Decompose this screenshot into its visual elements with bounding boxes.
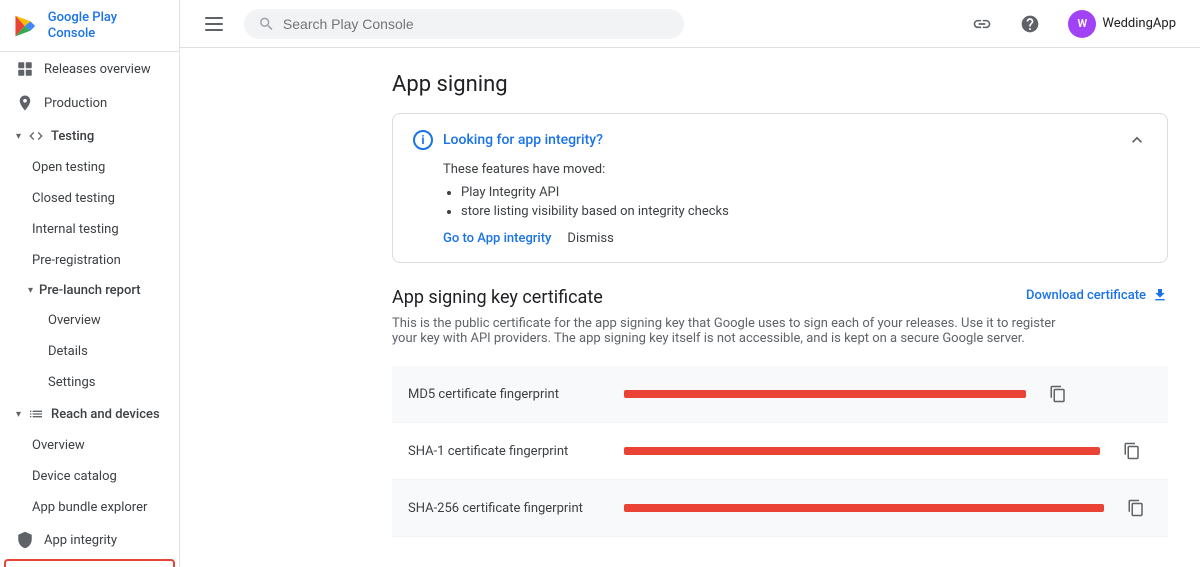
dismiss-link[interactable]: Dismiss: [567, 231, 613, 246]
sidebar-item-label: Settings: [48, 375, 95, 390]
info-banner-intro: These features have moved:: [443, 162, 1147, 177]
fingerprint-row-sha256: SHA-256 certificate fingerprint: [392, 480, 1168, 537]
sidebar-item-reach-and-devices[interactable]: ▾ Reach and devices: [0, 398, 179, 430]
sha1-value-bar: [624, 447, 1100, 455]
sidebar-item-label: Closed testing: [32, 191, 115, 206]
sidebar-item-pre-registration[interactable]: Pre-registration: [0, 245, 179, 276]
go-to-app-integrity-link[interactable]: Go to App integrity: [443, 231, 551, 246]
cert-description: This is the public certificate for the a…: [392, 316, 1072, 346]
info-banner-bullet1: Play Integrity API: [461, 185, 1147, 200]
sidebar-item-label: Overview: [48, 313, 101, 328]
sidebar-item-closed-testing[interactable]: Closed testing: [0, 183, 179, 214]
sidebar-item-label: Pre-launch report: [39, 283, 141, 298]
sidebar-item-details[interactable]: Details: [0, 336, 179, 367]
sidebar-item-device-catalog[interactable]: Device catalog: [0, 461, 179, 492]
help-icon-button[interactable]: [1012, 6, 1048, 42]
sidebar-item-label: Internal testing: [32, 222, 119, 237]
sidebar-item-label: Device catalog: [32, 469, 117, 484]
info-banner-body: These features have moved: Play Integrit…: [413, 162, 1147, 246]
sidebar-item-label: Releases overview: [44, 62, 151, 77]
sha256-value-bar: [624, 504, 1104, 512]
sidebar-item-label: Testing: [51, 129, 94, 144]
chart-icon: [27, 405, 45, 423]
releases-overview-icon: [16, 60, 34, 78]
sidebar-item-label: Overview: [32, 438, 85, 453]
sha256-label: SHA-256 certificate fingerprint: [408, 501, 608, 516]
shield-icon: [16, 531, 34, 549]
search-input[interactable]: [283, 16, 670, 32]
info-banner-bullet2: store listing visibility based on integr…: [461, 204, 1147, 219]
user-avatar: W: [1068, 10, 1096, 38]
sidebar-item-releases-overview[interactable]: Releases overview: [0, 52, 179, 86]
sidebar-item-label: Pre-registration: [32, 253, 121, 268]
hamburger-menu-button[interactable]: [196, 6, 232, 42]
sidebar-item-label: Reach and devices: [51, 407, 160, 422]
reach-chevron-icon: ▾: [16, 409, 21, 420]
sidebar-item-label: Details: [48, 344, 88, 359]
sidebar-item-label: App integrity: [44, 533, 117, 548]
cert-title: App signing key certificate: [392, 287, 603, 308]
main-content: App signing i Looking for app integrity?…: [360, 48, 1200, 567]
sidebar-item-pre-launch-report[interactable]: ▾ Pre-launch report: [0, 276, 179, 305]
md5-label: MD5 certificate fingerprint: [408, 387, 608, 402]
testing-icon: [27, 127, 45, 145]
sidebar-item-reach-overview[interactable]: Overview: [0, 430, 179, 461]
sidebar-item-overview[interactable]: Overview: [0, 305, 179, 336]
sidebar-item-testing[interactable]: ▾ Testing: [0, 120, 179, 152]
md5-value-bar: [624, 390, 1026, 398]
sidebar-item-internal-testing[interactable]: Internal testing: [0, 214, 179, 245]
sidebar-item-setup[interactable]: Setup: [6, 561, 173, 567]
topbar-right: W WeddingApp: [964, 6, 1184, 42]
sha1-copy-button[interactable]: [1116, 435, 1148, 467]
link-icon-button[interactable]: [964, 6, 1000, 42]
collapse-icon: [1127, 130, 1147, 150]
cert-section: App signing key certificate Download cer…: [392, 287, 1168, 537]
download-icon: [1152, 287, 1168, 303]
user-initial: W: [1078, 17, 1088, 30]
fingerprints-container: MD5 certificate fingerprint SHA-1 certif…: [392, 366, 1168, 537]
sha256-copy-button[interactable]: [1120, 492, 1152, 524]
fingerprint-row-sha1: SHA-1 certificate fingerprint: [392, 423, 1168, 480]
topbar: W WeddingApp: [180, 0, 1200, 48]
info-banner-title: i Looking for app integrity?: [413, 130, 603, 150]
cert-header: App signing key certificate Download cer…: [392, 287, 1168, 308]
search-bar[interactable]: [244, 9, 684, 39]
sidebar-item-label: App bundle explorer: [32, 500, 147, 515]
pre-launch-chevron-icon: ▾: [28, 285, 33, 296]
info-icon: i: [413, 130, 433, 150]
play-store-logo-icon: [12, 12, 40, 40]
info-banner: i Looking for app integrity? These featu…: [392, 113, 1168, 263]
sidebar-item-label: Production: [44, 96, 107, 111]
info-banner-title-text: Looking for app integrity?: [443, 132, 603, 148]
production-icon: [16, 94, 34, 112]
sidebar-item-open-testing[interactable]: Open testing: [0, 152, 179, 183]
fingerprint-row-md5: MD5 certificate fingerprint: [392, 366, 1168, 423]
sidebar-item-settings[interactable]: Settings: [0, 367, 179, 398]
page-title: App signing: [392, 72, 1168, 97]
sidebar-header: Google Play Console: [0, 0, 179, 52]
sidebar: Google Play Console Releases overview Pr…: [0, 0, 180, 567]
testing-chevron-icon: ▾: [16, 131, 21, 142]
sidebar-item-app-integrity[interactable]: App integrity: [0, 523, 179, 557]
info-banner-header[interactable]: i Looking for app integrity?: [413, 130, 1147, 150]
download-certificate-button[interactable]: Download certificate: [1026, 287, 1168, 303]
user-name-label: WeddingApp: [1102, 16, 1176, 31]
sha1-label: SHA-1 certificate fingerprint: [408, 444, 608, 459]
user-account-button[interactable]: W WeddingApp: [1060, 6, 1184, 42]
sidebar-item-production[interactable]: Production: [0, 86, 179, 120]
banner-actions: Go to App integrity Dismiss: [443, 231, 1147, 246]
sidebar-item-label: Open testing: [32, 160, 105, 175]
md5-copy-button[interactable]: [1042, 378, 1074, 410]
app-name-label: Google Play Console: [48, 10, 167, 41]
sidebar-item-app-bundle-explorer[interactable]: App bundle explorer: [0, 492, 179, 523]
search-icon: [258, 15, 275, 33]
download-label: Download certificate: [1026, 288, 1146, 303]
